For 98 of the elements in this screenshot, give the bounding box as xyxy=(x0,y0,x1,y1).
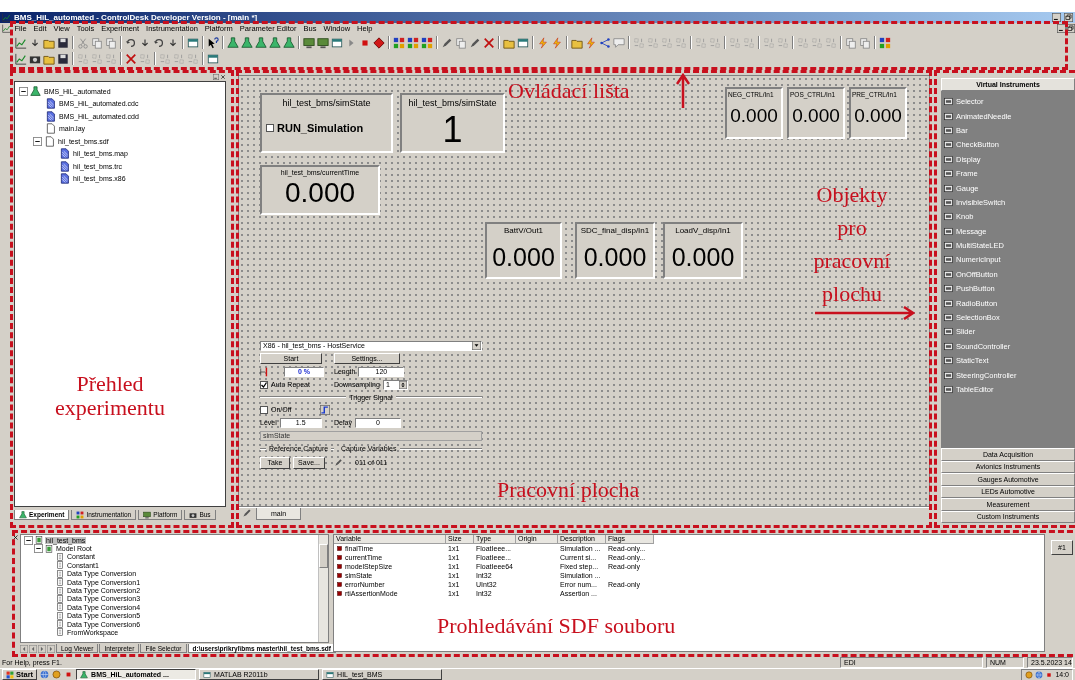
monitor-icon[interactable] xyxy=(317,36,329,49)
pointer-icon[interactable] xyxy=(207,36,219,49)
scroll-left-icon[interactable] xyxy=(20,644,28,653)
checkbox[interactable] xyxy=(260,380,268,389)
annotation-label: Ovládací lišta xyxy=(508,79,630,104)
scrollbar[interactable] xyxy=(318,535,328,642)
cross-icon[interactable] xyxy=(125,52,137,65)
flask-icon[interactable] xyxy=(241,36,253,49)
monitor-icon[interactable] xyxy=(303,36,315,49)
minimize-icon[interactable] xyxy=(1052,13,1061,22)
share-icon[interactable] xyxy=(599,36,611,49)
flask-icon[interactable] xyxy=(227,36,239,49)
annotation-label: Pracovní plocha xyxy=(497,478,640,503)
document-icon xyxy=(45,98,56,110)
grid-icon[interactable] xyxy=(421,36,433,49)
scroll-right-icon[interactable] xyxy=(47,644,55,653)
save-icon[interactable] xyxy=(57,36,69,49)
stop-icon[interactable] xyxy=(1045,670,1054,679)
edge-icon[interactable] xyxy=(319,404,330,415)
checkbox-label: RUN_Simulation xyxy=(277,122,364,134)
flask-icon[interactable] xyxy=(255,36,267,49)
display-value: 0.000 xyxy=(854,106,902,125)
grid-icon[interactable] xyxy=(879,36,891,49)
display-value: 0.000 xyxy=(583,245,647,270)
document-icon xyxy=(59,160,70,172)
spin-icon xyxy=(398,380,407,389)
grid-icon[interactable] xyxy=(407,36,419,49)
dropdown-arrow-icon xyxy=(472,341,481,350)
collapse-icon[interactable] xyxy=(34,544,43,554)
window-icon[interactable] xyxy=(207,52,219,65)
camera-icon xyxy=(189,510,198,519)
globe-icon[interactable] xyxy=(1035,670,1044,679)
copy-icon[interactable] xyxy=(845,36,857,49)
diamond-icon[interactable] xyxy=(373,36,385,49)
annotation-label: Přehled experimentu xyxy=(54,372,166,420)
instrument-title: SDC_final_disp/In1 xyxy=(580,226,650,235)
window-icon[interactable] xyxy=(187,36,199,49)
display-value: 0.000 xyxy=(792,106,840,125)
pencil-icon[interactable] xyxy=(441,36,453,49)
pencil-icon[interactable] xyxy=(469,36,481,49)
restore-icon[interactable] xyxy=(1064,13,1073,22)
display-value: 0.000 xyxy=(671,245,735,270)
scroll-left-icon[interactable] xyxy=(29,644,37,653)
copy-icon[interactable] xyxy=(859,36,871,49)
monitor-icon xyxy=(143,510,152,519)
flask-icon xyxy=(30,85,41,97)
progress-marker-icon xyxy=(260,366,270,377)
copy-icon[interactable] xyxy=(105,36,117,49)
close-icon[interactable] xyxy=(220,74,226,80)
instrument-title: BattV/Out1 xyxy=(503,226,544,235)
collapse-icon[interactable] xyxy=(33,136,42,146)
flask-icon[interactable] xyxy=(283,36,295,49)
flag-icon xyxy=(6,670,14,679)
cross-icon[interactable] xyxy=(483,36,495,49)
lightning-icon[interactable] xyxy=(551,36,563,49)
annotation-label: Objekty pro pracovní plochu xyxy=(812,181,892,308)
document-icon xyxy=(45,110,56,122)
globe-icon[interactable] xyxy=(40,670,50,679)
display-value: 0.000 xyxy=(730,106,778,125)
display-value: 0.000 xyxy=(492,245,555,270)
restore-icon[interactable] xyxy=(1066,24,1075,33)
grid-icon xyxy=(76,510,85,519)
comment-icon[interactable] xyxy=(613,36,625,49)
document-icon xyxy=(44,135,55,147)
undo-icon[interactable] xyxy=(125,36,137,49)
minimize-icon[interactable] xyxy=(1057,24,1066,33)
flask-icon[interactable] xyxy=(269,36,281,49)
display-value: 0.000 xyxy=(284,179,356,207)
display-value: 1 xyxy=(442,112,463,148)
annotation-arrow xyxy=(676,73,690,109)
pencil-icon xyxy=(334,458,343,467)
lightning-icon[interactable] xyxy=(537,36,549,49)
flask-icon xyxy=(80,670,89,679)
flask-icon xyxy=(19,510,27,519)
checkbox[interactable] xyxy=(266,124,274,132)
window-icon[interactable] xyxy=(331,36,343,49)
copy-icon[interactable] xyxy=(455,36,467,49)
document-icon xyxy=(59,173,70,185)
document-icon xyxy=(59,148,70,160)
save-icon[interactable] xyxy=(57,52,69,65)
lightning-icon[interactable] xyxy=(585,36,597,49)
window-icon xyxy=(326,670,335,679)
close-icon[interactable] xyxy=(12,534,19,541)
document-icon xyxy=(45,123,56,135)
model-icon xyxy=(45,544,53,553)
instrument-title: hil_test_bms/simState xyxy=(282,98,371,108)
annotation-label: Prohledávání SDF souboru xyxy=(437,614,676,639)
window-icon[interactable] xyxy=(517,36,529,49)
undo-icon[interactable] xyxy=(153,36,165,49)
instrument-title: LoadV_disp/In1 xyxy=(675,226,731,235)
grid-icon[interactable] xyxy=(393,36,405,49)
collapse-icon[interactable] xyxy=(19,86,28,96)
checkbox[interactable] xyxy=(260,405,268,414)
window-icon xyxy=(203,670,212,679)
instrument-title: hil_test_bms/simState xyxy=(408,98,497,108)
scroll-right-icon[interactable] xyxy=(38,644,46,653)
collapse-icon[interactable] xyxy=(24,535,33,545)
copy-icon[interactable] xyxy=(91,36,103,49)
